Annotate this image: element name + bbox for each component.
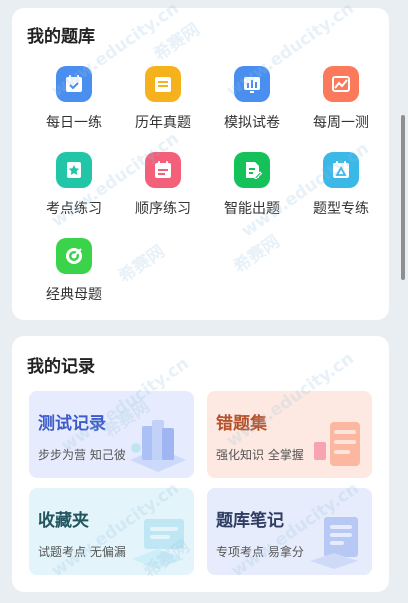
tile-daily-practice[interactable]: 每日一练 [28, 66, 120, 146]
notes-icon [310, 517, 358, 569]
triangle-calendar-icon [323, 152, 359, 188]
records-title: 我的记录 [27, 357, 95, 377]
smart-pen-icon [234, 152, 270, 188]
tile-sequential-practice[interactable]: 顺序练习 [117, 152, 209, 232]
tile-label: 每日一练 [46, 115, 102, 131]
question-bank-title: 我的题库 [27, 27, 95, 47]
tile-label: 智能出题 [224, 201, 280, 217]
records-card: 我的记录 测试记录 步步为营 知己彼 错题集 强化知识 全掌握 收藏夹 试题考点… [12, 336, 389, 592]
tile-topic-practice[interactable]: 考点练习 [28, 152, 120, 232]
wrong-questions-icon [314, 422, 360, 466]
tile-label: 历年真题 [135, 115, 191, 131]
target-icon [56, 238, 92, 274]
tile-label: 每周一测 [313, 115, 369, 131]
wrong-questions-card[interactable]: 错题集 强化知识 全掌握 [207, 391, 372, 478]
test-record-card[interactable]: 测试记录 步步为营 知己彼 [29, 391, 194, 478]
tile-classic-questions[interactable]: 经典母题 [28, 238, 120, 318]
question-bank-card: 我的题库 每日一练 历年真题 模拟试卷 每周一测 考点练习 顺序练习 智能出题 … [12, 8, 389, 320]
list-calendar-icon [145, 152, 181, 188]
document-list-icon [145, 66, 181, 102]
tile-past-exams[interactable]: 历年真题 [117, 66, 209, 146]
star-badge-icon [56, 152, 92, 188]
test-record-icon [130, 420, 186, 472]
wrong-questions-subtitle: 强化知识 全掌握 [216, 448, 304, 462]
bar-chart-icon [234, 66, 270, 102]
tile-question-type-drill[interactable]: 题型专练 [295, 152, 387, 232]
test-record-title: 测试记录 [38, 414, 106, 434]
favorites-title: 收藏夹 [38, 511, 89, 531]
favorites-icon [132, 519, 184, 569]
tile-label: 考点练习 [46, 201, 102, 217]
favorites-subtitle: 试题考点 无偏漏 [38, 545, 126, 559]
tile-smart-questions[interactable]: 智能出题 [206, 152, 298, 232]
tile-label: 经典母题 [46, 287, 102, 303]
favorites-card[interactable]: 收藏夹 试题考点 无偏漏 [29, 488, 194, 575]
scrollbar[interactable] [401, 115, 405, 280]
notes-title: 题库笔记 [216, 511, 284, 531]
notes-card[interactable]: 题库笔记 专项考点 易拿分 [207, 488, 372, 575]
tile-label: 题型专练 [313, 201, 369, 217]
tile-label: 顺序练习 [135, 201, 191, 217]
trend-line-icon [323, 66, 359, 102]
calendar-check-icon [56, 66, 92, 102]
tile-label: 模拟试卷 [224, 115, 280, 131]
test-record-subtitle: 步步为营 知己彼 [38, 448, 126, 462]
notes-subtitle: 专项考点 易拿分 [216, 545, 304, 559]
wrong-questions-title: 错题集 [216, 414, 267, 434]
tile-weekly-test[interactable]: 每周一测 [295, 66, 387, 146]
tile-mock-papers[interactable]: 模拟试卷 [206, 66, 298, 146]
